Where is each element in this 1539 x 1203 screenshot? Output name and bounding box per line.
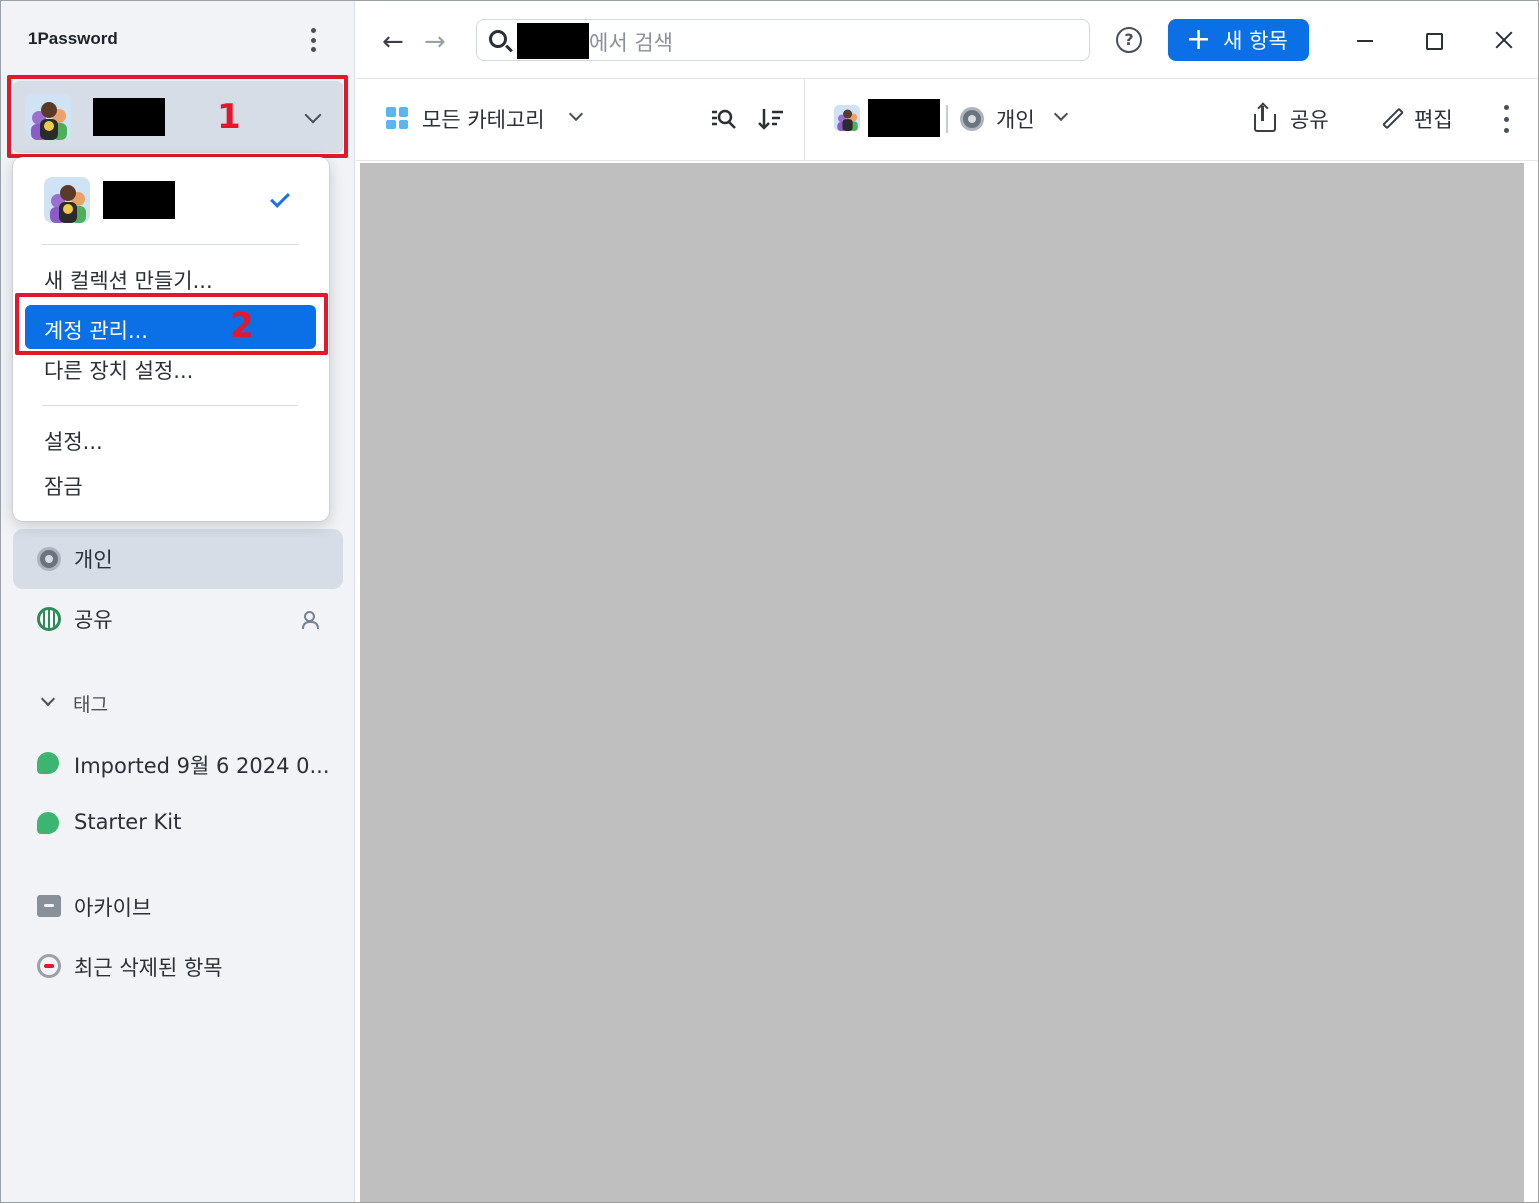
menu-separator [42, 244, 298, 245]
sidebar-item-shared[interactable]: 공유 [13, 589, 343, 649]
menu-item-lock[interactable]: 잠금 [44, 471, 83, 501]
search-vault-name-redacted [517, 23, 589, 59]
sidebar-item-personal[interactable]: 개인 [13, 529, 343, 589]
item-account-name-redacted [868, 99, 940, 137]
checkmark-icon [270, 188, 290, 208]
people-icon [302, 609, 324, 629]
account-avatar [44, 177, 90, 223]
minimize-window-icon[interactable] [1351, 25, 1381, 55]
list-header-bar: 모든 카테고리 개인 공유 편집 [356, 79, 1538, 161]
sidebar-item-archive[interactable]: 아카이브 [13, 875, 343, 935]
app-title: 1Password [28, 29, 118, 48]
sidebar-item-label: Starter Kit [74, 810, 182, 834]
menu-item-settings[interactable]: 설정... [44, 426, 103, 456]
archive-icon [37, 895, 61, 917]
menu-account-name-redacted [103, 181, 175, 219]
menu-separator [42, 405, 298, 406]
maximize-window-icon[interactable] [1420, 25, 1450, 55]
menu-item-new-collection[interactable]: 새 컬렉션 만들기... [44, 265, 213, 295]
categories-grid-icon [386, 107, 408, 129]
tag-icon [37, 812, 59, 834]
item-content-area [360, 163, 1524, 1202]
share-button[interactable]: 공유 [1290, 104, 1329, 134]
search-input[interactable]: 에서 검색 [476, 19, 1090, 61]
forward-arrow-icon[interactable]: → [424, 29, 446, 55]
chevron-down-icon [304, 106, 322, 124]
item-account-avatar [834, 105, 860, 131]
help-icon[interactable]: ? [1116, 27, 1142, 53]
chevron-down-icon[interactable] [1053, 106, 1069, 122]
search-list-icon[interactable] [711, 107, 737, 131]
tags-collapse-chevron-icon[interactable] [40, 691, 56, 707]
menu-item-manage-accounts[interactable]: 계정 관리... [25, 305, 316, 349]
search-icon [489, 30, 507, 48]
pane-divider [804, 79, 805, 161]
sidebar-item-label: 최근 삭제된 항목 [74, 956, 223, 980]
sidebar-item-recently-deleted[interactable]: 최근 삭제된 항목 [13, 935, 343, 995]
vault-icon [37, 547, 61, 571]
new-item-label: 새 항목 [1223, 29, 1288, 53]
tag-icon [37, 752, 59, 774]
account-avatar [25, 94, 71, 140]
pencil-icon [1382, 107, 1404, 130]
item-more-icon[interactable] [1501, 105, 1511, 133]
plus-icon: + [1186, 22, 1212, 57]
top-toolbar: ← → 에서 검색 ? + 새 항목 [356, 1, 1538, 79]
sidebar-tag-imported[interactable]: Imported 9월 6 2024 0... [13, 733, 343, 793]
separator [946, 105, 948, 133]
account-dropdown-menu: 새 컬렉션 만들기... 계정 관리... 다른 장치 설정... 설정... … [13, 157, 329, 521]
vault-icon [960, 107, 984, 131]
sidebar-tag-starter-kit[interactable]: Starter Kit [13, 793, 343, 853]
sidebar-item-label: 개인 [74, 548, 113, 572]
app-window: 1Password 1 개인 공유 태그 Imported 9월 6 2024 … [0, 0, 1539, 1203]
account-switcher[interactable] [13, 81, 343, 153]
sort-icon[interactable] [758, 107, 784, 131]
recently-deleted-icon [37, 954, 61, 978]
search-placeholder: 에서 검색 [589, 31, 673, 55]
annotation-number-1: 1 [217, 97, 241, 137]
close-window-icon[interactable] [1489, 25, 1519, 55]
annotation-number-2: 2 [230, 306, 254, 346]
sidebar-item-label: Imported 9월 6 2024 0... [74, 754, 330, 778]
categories-dropdown[interactable]: 모든 카테고리 [422, 104, 545, 134]
menu-item-setup-other-devices[interactable]: 다른 장치 설정... [44, 355, 193, 385]
sidebar-item-label: 공유 [74, 608, 113, 632]
new-item-button[interactable]: + 새 항목 [1168, 19, 1309, 61]
tags-section-header[interactable]: 태그 [73, 690, 108, 717]
vault-dropdown[interactable]: 개인 [996, 104, 1035, 134]
shared-vault-icon [37, 607, 61, 631]
account-name-redacted [93, 98, 165, 136]
scrollbar-track[interactable] [1524, 163, 1538, 1202]
sidebar-item-label: 아카이브 [74, 896, 152, 920]
back-arrow-icon[interactable]: ← [382, 29, 404, 55]
sidebar-more-icon[interactable] [301, 25, 325, 55]
chevron-down-icon[interactable] [568, 106, 584, 122]
edit-button[interactable]: 편집 [1414, 104, 1453, 134]
